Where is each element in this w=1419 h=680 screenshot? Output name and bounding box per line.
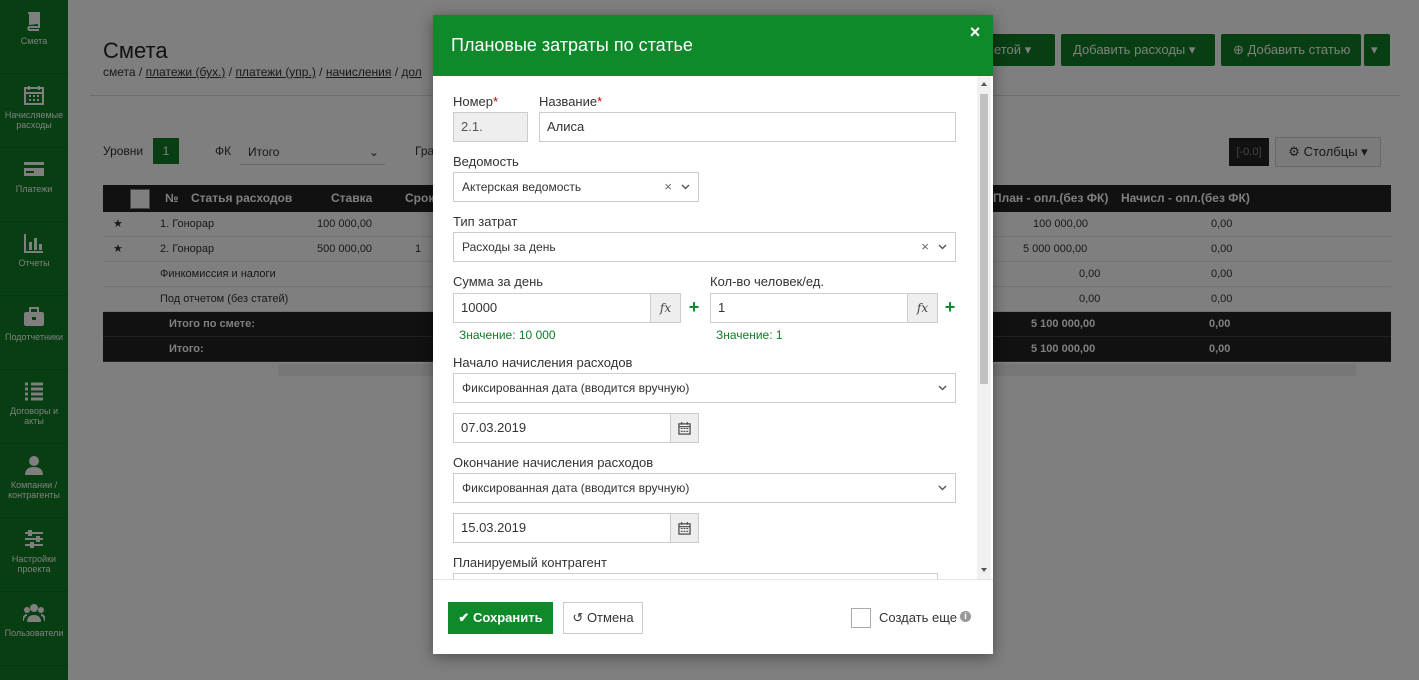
calendar-button[interactable] — [671, 513, 699, 543]
clear-icon[interactable]: × — [664, 173, 672, 201]
qty-hint: Значение: 1 — [716, 328, 783, 342]
calendar-button[interactable] — [671, 413, 699, 443]
sheet-select[interactable]: Актерская ведомость × — [453, 172, 699, 202]
start-date-field[interactable]: 07.03.2019 — [453, 413, 671, 443]
chevron-down-icon — [938, 485, 947, 491]
start-label: Начало начисления расходов — [453, 355, 633, 370]
qty-label: Кол-во человек/ед. — [710, 274, 824, 289]
scroll-up-icon[interactable] — [980, 80, 988, 88]
name-label: Название* — [539, 94, 603, 109]
undo-icon: ↺ — [572, 610, 584, 625]
modal-header: Плановые затраты по статье × — [433, 15, 993, 76]
contractor-label: Планируемый контрагент — [453, 555, 607, 570]
save-button[interactable]: ✔ Сохранить — [448, 602, 553, 634]
formula-button[interactable]: fx — [651, 293, 681, 323]
cost-type-select[interactable]: Расходы за день × — [453, 232, 956, 262]
start-mode-select[interactable]: Фиксированная дата (вводится вручную) — [453, 373, 956, 403]
end-date-field[interactable]: 15.03.2019 — [453, 513, 671, 543]
sheet-label: Ведомость — [453, 154, 519, 169]
modal-title: Плановые затраты по статье — [451, 35, 693, 55]
end-mode-select[interactable]: Фиксированная дата (вводится вручную) — [453, 473, 956, 503]
modal-body: Номер* 2.1. Название* Алиса Ведомость Ак… — [433, 76, 993, 579]
cost-type-label: Тип затрат — [453, 214, 518, 229]
calendar-icon — [678, 422, 691, 435]
number-label: Номер* — [453, 94, 499, 109]
create-more-label: Создать еще — [879, 610, 958, 625]
check-icon: ✔ — [458, 610, 470, 625]
end-label: Окончание начисления расходов — [453, 455, 654, 470]
number-field[interactable]: 2.1. — [453, 112, 528, 142]
modal-footer: ✔ Сохранить ↺ Отмена Создать еще i — [433, 579, 993, 654]
create-more-checkbox[interactable] — [851, 608, 871, 628]
planned-costs-modal: Плановые затраты по статье × Номер* 2.1.… — [433, 15, 993, 654]
chevron-down-icon — [938, 385, 947, 391]
chevron-down-icon — [938, 244, 947, 250]
amount-label: Сумма за день — [453, 274, 544, 289]
clear-icon[interactable]: × — [921, 233, 929, 261]
name-field[interactable]: Алиса — [539, 112, 956, 142]
calendar-icon — [678, 522, 691, 535]
amount-field[interactable]: 10000 — [453, 293, 651, 323]
modal-vertical-scrollbar[interactable] — [977, 76, 991, 579]
amount-hint: Значение: 10 000 — [459, 328, 556, 342]
close-icon[interactable]: × — [967, 23, 983, 41]
scroll-thumb[interactable] — [980, 94, 988, 384]
chevron-down-icon — [681, 184, 690, 190]
plus-icon[interactable]: + — [943, 298, 957, 316]
info-icon[interactable]: i — [960, 611, 971, 622]
qty-field[interactable]: 1 — [710, 293, 908, 323]
scroll-down-icon[interactable] — [980, 566, 988, 574]
cancel-button[interactable]: ↺ Отмена — [563, 602, 643, 634]
plus-icon[interactable]: + — [687, 298, 701, 316]
formula-button[interactable]: fx — [908, 293, 938, 323]
